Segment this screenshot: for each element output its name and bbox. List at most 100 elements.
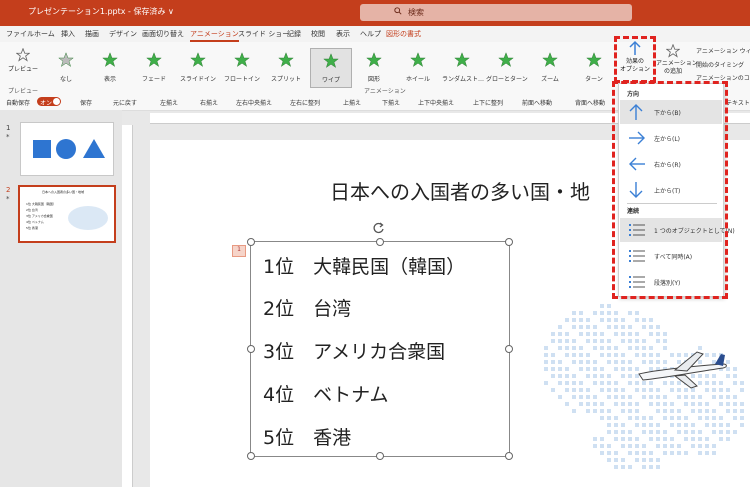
map-dot <box>677 395 681 399</box>
align-center-button[interactable]: 左右中央揃え <box>236 98 272 107</box>
tab-shape-format[interactable]: 図形の書式 <box>386 29 421 39</box>
map-dot <box>544 381 548 385</box>
bring-forward-button[interactable]: 前面へ移動 <box>522 98 552 107</box>
tab-design[interactable]: デザイン <box>109 29 137 39</box>
map-dot <box>740 423 744 427</box>
map-dot <box>628 332 632 336</box>
save-button[interactable]: 保存 <box>80 98 92 107</box>
animation-effect-6[interactable]: ワイプ <box>310 48 352 88</box>
effect-star-icon <box>323 53 339 68</box>
resize-handle[interactable] <box>505 238 513 246</box>
map-dot <box>684 395 688 399</box>
align-bottom-button[interactable]: 下揃え <box>382 98 400 107</box>
align-left-button[interactable]: 左揃え <box>160 98 178 107</box>
resize-handle[interactable] <box>376 452 384 460</box>
animation-effect-9[interactable]: ランダムスト… <box>442 48 484 86</box>
animation-effect-4[interactable]: フロートイン <box>222 48 262 86</box>
add-animation-button[interactable]: アニメーション の追加 <box>656 44 698 84</box>
map-dot <box>551 388 555 392</box>
shapes-thumbnail <box>33 139 105 159</box>
map-dot <box>740 416 744 420</box>
file-title[interactable]: プレゼンテーション1.pptx - 保存済み ∨ <box>28 6 174 17</box>
map-dot <box>663 395 667 399</box>
text-button[interactable]: テキスト <box>726 98 750 107</box>
map-dot <box>607 451 611 455</box>
tab-view[interactable]: 表示 <box>336 29 350 39</box>
map-dot <box>586 339 590 343</box>
map-dot <box>572 353 576 357</box>
map-dot <box>593 409 597 413</box>
animation-effect-3[interactable]: スライドイン <box>178 48 218 86</box>
animation-order-tag[interactable]: 1 <box>232 245 246 257</box>
resize-handle[interactable] <box>247 238 255 246</box>
animation-pane-button[interactable]: アニメーション ウィ <box>696 46 750 55</box>
map-dot <box>551 353 555 357</box>
animation-effect-11[interactable]: ズーム <box>530 48 570 86</box>
slide-title[interactable]: 日本への入国者の多い国・地 <box>330 176 590 205</box>
map-dot <box>586 360 590 364</box>
resize-handle[interactable] <box>376 238 384 246</box>
map-dot <box>698 416 702 420</box>
airplane-image <box>638 351 727 389</box>
distribute-vertical-button[interactable]: 上下に整列 <box>473 98 503 107</box>
map-dot <box>607 311 611 315</box>
undo-button[interactable]: 元に戻す <box>113 98 137 107</box>
slide-thumbnail-2[interactable]: 日本への入国者の多い国・地域 1位 大韓民国（韓国） 2位 台湾 3位 アメリカ… <box>18 185 116 243</box>
tab-transitions[interactable]: 画面切り替え <box>142 29 184 39</box>
map-dot <box>740 381 744 385</box>
effect-label: ワイプ <box>321 77 340 84</box>
thumb-line: 4位 ベトナム <box>26 220 44 224</box>
map-dot <box>733 409 737 413</box>
map-dot <box>572 325 576 329</box>
animation-effect-2[interactable]: フェード <box>134 48 174 86</box>
map-dot <box>551 367 555 371</box>
effect-star-icon <box>234 52 250 67</box>
tab-draw[interactable]: 描画 <box>85 29 99 39</box>
animation-effect-1[interactable]: 表示 <box>90 48 130 86</box>
rotate-handle-icon[interactable] <box>372 221 386 235</box>
animation-effect-8[interactable]: ホイール <box>398 48 438 86</box>
tab-review[interactable]: 校閲 <box>311 29 325 39</box>
tab-help[interactable]: ヘルプ <box>360 29 381 39</box>
animation-effect-12[interactable]: ターン <box>574 48 614 86</box>
tab-slideshow[interactable]: スライド ショー <box>238 29 289 39</box>
ranking-textbox[interactable]: 1位 大韓民国（韓国） 2位 台湾 3位 アメリカ合衆国 4位 ベトナム 5位 … <box>247 238 513 460</box>
map-dot <box>593 402 597 406</box>
trigger-button[interactable]: 開始のタイミング <box>696 60 744 69</box>
send-backward-button[interactable]: 背面へ移動 <box>575 98 605 107</box>
tab-record[interactable]: 記録 <box>287 29 301 39</box>
animation-effect-0[interactable]: なし <box>46 48 86 86</box>
resize-handle[interactable] <box>247 452 255 460</box>
map-dot <box>670 444 674 448</box>
tab-home[interactable]: ホーム <box>34 29 55 39</box>
animation-effect-7[interactable]: 図形 <box>354 48 394 86</box>
tab-animations[interactable]: アニメーション <box>190 29 239 42</box>
animation-effect-10[interactable]: グローとターン <box>486 48 528 86</box>
slide-thumbnail-1[interactable] <box>20 122 114 176</box>
animation-effect-5[interactable]: スプリット <box>266 48 306 86</box>
map-dot <box>607 346 611 350</box>
autosave-toggle[interactable]: オン <box>37 97 61 107</box>
align-right-button[interactable]: 右揃え <box>200 98 218 107</box>
map-dot <box>712 451 716 455</box>
map-dot <box>677 409 681 413</box>
resize-handle[interactable] <box>505 452 513 460</box>
map-dot <box>579 402 583 406</box>
map-dot <box>733 430 737 434</box>
resize-handle[interactable] <box>505 345 513 353</box>
tab-insert[interactable]: 挿入 <box>61 29 75 39</box>
map-dot <box>656 423 660 427</box>
distribute-horizontal-button[interactable]: 左右に整列 <box>290 98 320 107</box>
map-dot <box>614 360 618 364</box>
preview-button[interactable]: プレビュー <box>6 46 40 88</box>
map-dot <box>607 381 611 385</box>
align-middle-button[interactable]: 上下中央揃え <box>418 98 454 107</box>
search-box[interactable]: 検索 <box>360 4 632 21</box>
map-dot <box>614 353 618 357</box>
tab-file[interactable]: ファイル <box>6 29 34 39</box>
resize-handle[interactable] <box>247 345 255 353</box>
map-dot <box>614 430 618 434</box>
map-dot <box>586 402 590 406</box>
align-top-button[interactable]: 上揃え <box>343 98 361 107</box>
map-dot <box>579 311 583 315</box>
